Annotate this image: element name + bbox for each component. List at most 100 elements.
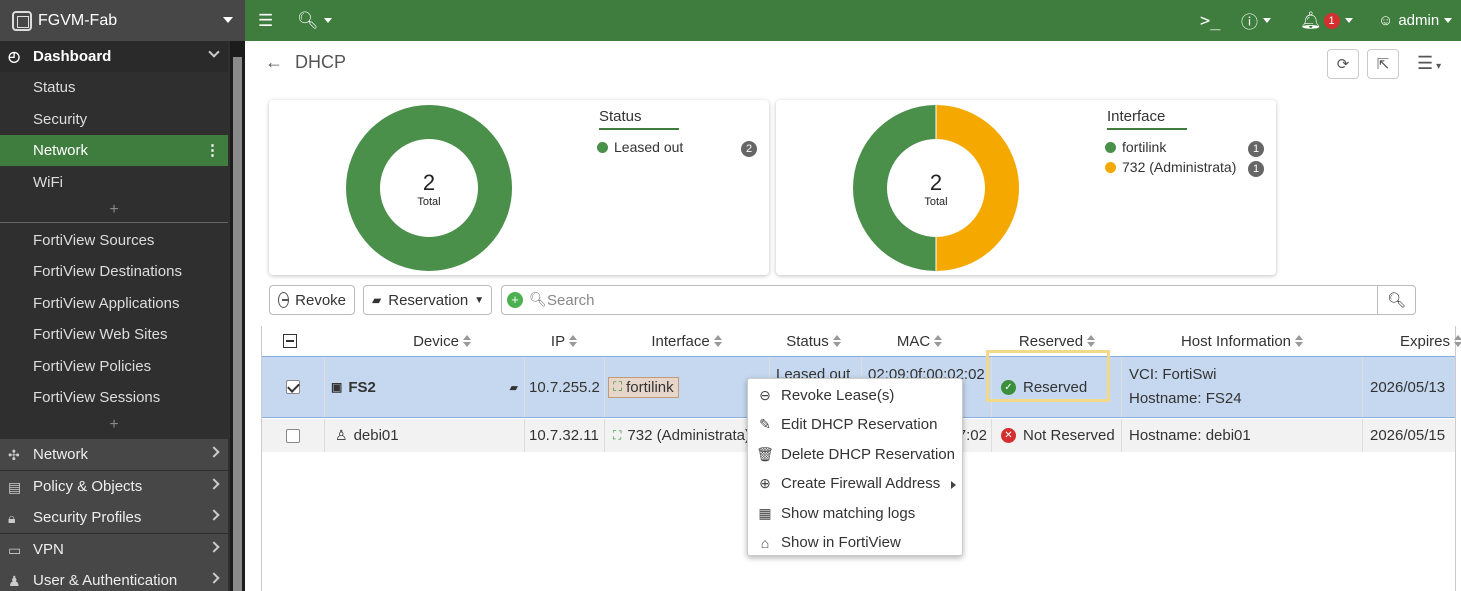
external-link-icon: ⇱	[1376, 56, 1390, 73]
refresh-button[interactable]: ⟳	[1327, 49, 1359, 79]
search-icon: 🔍︎	[529, 291, 547, 307]
device-name: FGVM-Fab	[38, 11, 118, 29]
search-input[interactable]: Search	[547, 292, 595, 309]
menu-item-show-fortiview[interactable]: ⌂ Show in FortiView	[748, 528, 962, 557]
popout-button[interactable]: ⇱	[1367, 49, 1399, 79]
reservation-dropdown[interactable]: ▰ Reservation ▼	[363, 285, 492, 315]
pencil-icon: ✎	[759, 416, 771, 432]
device-selector[interactable]: FGVM-Fab	[0, 0, 245, 41]
cli-console-icon[interactable]: >_	[1200, 0, 1220, 41]
revoke-button[interactable]: Revoke	[269, 285, 355, 315]
row-checkbox[interactable]	[262, 419, 325, 452]
user-icon: ☺	[1378, 12, 1394, 29]
column-header-expires[interactable]: Expires	[1382, 326, 1461, 356]
column-header-status[interactable]: Status	[769, 326, 858, 356]
main-content: ← DHCP ⟳ ⇱ ☰ ▾ 2 Total Status Leased out …	[245, 41, 1461, 591]
switch-icon: ▣	[331, 380, 343, 394]
search-icon[interactable]: 🔍︎	[297, 0, 332, 41]
legend-dot	[1105, 141, 1116, 153]
interface-chart-card: 2 Total Interface fortilink 1 732 (Admin…	[776, 100, 1276, 275]
back-arrow-icon[interactable]: ←	[265, 52, 283, 73]
menu-item-delete-reservation[interactable]: 🗑︎ Delete DHCP Reservation	[748, 440, 962, 469]
chevron-down-icon	[208, 46, 220, 58]
legend-item-732[interactable]: 732 (Administrata)	[1105, 159, 1236, 175]
notifications-button[interactable]: 🔔︎ 1	[1300, 0, 1353, 41]
trash-icon: 🗑︎	[756, 446, 774, 462]
user-menu[interactable]: ☺ admin	[1378, 0, 1453, 41]
sidebar-item-status[interactable]: Status	[0, 72, 228, 103]
menu-item-create-firewall-address[interactable]: ⊕ Create Firewall Address	[748, 469, 962, 498]
legend-item-leased-out[interactable]: Leased out	[597, 139, 683, 155]
plus-circle-icon: ⊕	[759, 475, 771, 491]
sidebar-item-wifi[interactable]: WiFi	[0, 167, 228, 198]
chevron-right-icon	[951, 481, 956, 489]
interface-cell: ⛶ 732 (Administrata)	[605, 419, 770, 452]
divider	[0, 222, 228, 223]
log-icon: ▦	[758, 505, 772, 521]
sidebar-item-fortiview-destinations[interactable]: FortiView Destinations	[0, 256, 228, 287]
tag-icon: ▰	[372, 293, 382, 307]
expires-cell: 2026/05/15	[1370, 427, 1446, 444]
sidebar-item-fortiview-policies[interactable]: FortiView Policies	[0, 351, 228, 382]
legend-item-fortilink[interactable]: fortilink	[1105, 139, 1166, 155]
ip-cell: 10.7.255.2	[525, 357, 605, 417]
sidebar-item-policy-objects[interactable]: ▤ Policy & Objects	[0, 471, 228, 502]
row-checkbox[interactable]	[262, 357, 325, 417]
select-all-checkbox[interactable]	[280, 326, 300, 356]
menu-button[interactable]: ☰ ▾	[1417, 53, 1441, 74]
fortilink-icon: ⛶	[613, 379, 623, 394]
tag-icon: ▰	[509, 381, 518, 394]
search-bar[interactable]: + 🔍︎ Search 🔍︎	[501, 285, 1416, 315]
hamburger-menu-icon[interactable]: ☰	[258, 0, 273, 41]
user-name: admin	[1398, 12, 1440, 29]
chevron-right-icon	[208, 541, 220, 553]
sidebar-item-user-auth[interactable]: ♟ User & Authentication	[0, 565, 228, 591]
help-icon[interactable]: ⓘ	[1241, 0, 1271, 41]
sidebar-item-security[interactable]: Security	[0, 104, 228, 135]
interface-cell: ⛶ fortilink	[605, 357, 770, 417]
column-header-device[interactable]: Device	[352, 326, 532, 356]
page-title: DHCP	[295, 52, 347, 72]
host-info-cell: VCI: FortiSwi Hostname: FS24	[1122, 357, 1363, 417]
lock-icon: 🔒︎	[8, 510, 16, 526]
menu-item-edit-reservation[interactable]: ✎ Edit DHCP Reservation	[748, 410, 962, 439]
column-header-mac[interactable]: MAC	[862, 326, 977, 356]
sidebar-item-fortiview-applications[interactable]: FortiView Applications	[0, 288, 228, 319]
add-dashboard-icon[interactable]: +	[0, 201, 228, 221]
context-menu: ⊖ Revoke Lease(s) ✎ Edit DHCP Reservation …	[747, 378, 963, 556]
policy-icon: ▤	[8, 479, 22, 495]
column-header-interface[interactable]: Interface	[604, 326, 769, 356]
search-button[interactable]: 🔍︎	[1377, 286, 1415, 314]
interface-tag[interactable]: ⛶ fortilink	[608, 376, 679, 398]
device-cell: ▣ FS2 ▰	[325, 357, 525, 417]
chevron-down-icon	[223, 17, 233, 23]
dashboard-icon: ◴	[8, 48, 21, 64]
sidebar-item-dashboard[interactable]: ◴ Dashboard	[0, 41, 228, 72]
sidebar-item-security-profiles[interactable]: 🔒︎ Security Profiles	[0, 502, 228, 533]
column-header-host-info[interactable]: Host Information	[1142, 326, 1342, 356]
column-header-ip[interactable]: IP	[524, 326, 604, 356]
chevron-right-icon	[208, 572, 220, 584]
sidebar-scrollbar[interactable]	[230, 41, 245, 591]
top-bar: FGVM-Fab ☰ 🔍︎ >_ ⓘ 🔔︎ 1 ☺ admin	[0, 0, 1461, 41]
add-fortiview-icon[interactable]: +	[0, 416, 228, 436]
minus-circle-icon	[278, 292, 290, 308]
device-cell: ♙ debi01	[325, 419, 525, 452]
chevron-right-icon	[208, 446, 220, 458]
sidebar-item-network[interactable]: ✣ Network	[0, 439, 228, 470]
refresh-icon: ⟳	[1336, 56, 1350, 73]
laptop-icon: ▭	[8, 542, 22, 558]
sidebar-item-fortiview-sources[interactable]: FortiView Sources	[0, 225, 228, 256]
menu-item-show-logs[interactable]: ▦ Show matching logs	[748, 499, 962, 528]
menu-item-revoke-lease[interactable]: ⊖ Revoke Lease(s)	[748, 381, 962, 410]
sidebar-item-fortiview-websites[interactable]: FortiView Web Sites	[0, 319, 228, 350]
sidebar-item-network-dashboard[interactable]: Network ⋮	[0, 135, 228, 166]
sidebar-item-fortiview-sessions[interactable]: FortiView Sessions	[0, 382, 228, 413]
more-options-icon[interactable]: ⋮	[205, 141, 220, 159]
add-filter-icon[interactable]: +	[507, 292, 523, 308]
chevron-down-icon: ▼	[474, 294, 485, 306]
chart-icon: ⌂	[760, 534, 770, 551]
bell-icon: 🔔︎	[1300, 10, 1322, 30]
sidebar-item-vpn[interactable]: ▭ VPN	[0, 534, 228, 565]
linux-icon: ♙	[335, 427, 348, 443]
